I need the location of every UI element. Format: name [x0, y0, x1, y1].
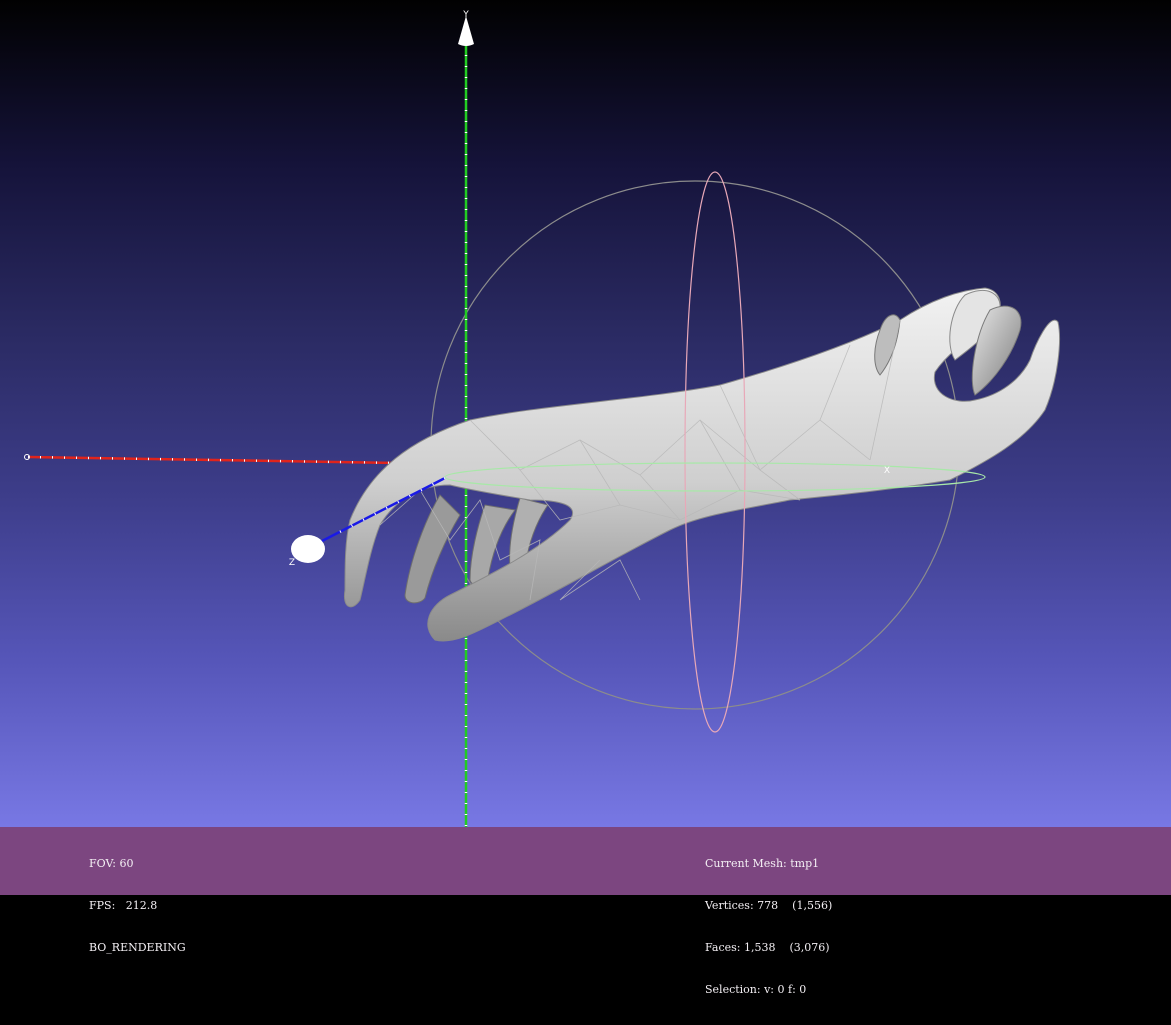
- vertices-row: Vertices: 778 (1,556): [705, 899, 832, 913]
- faces-row: Faces: 1,538 (3,076): [705, 941, 832, 955]
- x-axis-line: [27, 455, 401, 465]
- hand-mesh[interactable]: [343, 287, 1060, 642]
- fps-label: FPS:: [89, 899, 116, 912]
- render-mode: BO_RENDERING: [89, 941, 186, 954]
- 3d-viewport[interactable]: Y X Z: [0, 0, 1171, 827]
- x-axis-label: X: [884, 466, 890, 476]
- current-mesh-value: tmp1: [790, 857, 820, 870]
- fps-value: 212.8: [125, 899, 158, 912]
- faces-value: 1,538: [743, 941, 776, 954]
- selection-label: Selection:: [705, 983, 761, 996]
- mesh-info-panel: Current Mesh: tmp1 Vertices: 778 (1,556)…: [705, 829, 832, 1025]
- fov-row: FOV: 60: [89, 857, 186, 871]
- vertices-label: Vertices:: [705, 899, 754, 912]
- vertices-total: (1,556): [792, 899, 833, 912]
- y-axis-label: Y: [462, 10, 469, 20]
- fps-row: FPS: 212.8: [89, 899, 186, 913]
- z-axis-arrowhead: [291, 535, 325, 563]
- fov-value: 60: [119, 857, 134, 870]
- fov-label: FOV:: [89, 857, 117, 870]
- vertices-value: 778: [757, 899, 779, 912]
- selection-row: Selection: v: 0 f: 0: [705, 983, 832, 997]
- current-mesh-row: Current Mesh: tmp1: [705, 857, 832, 871]
- y-axis-arrowhead: [458, 16, 474, 46]
- scene-canvas[interactable]: Y X Z: [0, 0, 1171, 827]
- selection-value: v: 0 f: 0: [764, 983, 807, 996]
- faces-label: Faces:: [705, 941, 741, 954]
- faces-total: (3,076): [789, 941, 830, 954]
- z-axis-label: Z: [289, 558, 295, 568]
- info-bar: FOV: 60 FPS: 212.8 BO_RENDERING Current …: [0, 827, 1171, 996]
- render-info-panel: FOV: 60 FPS: 212.8 BO_RENDERING: [89, 829, 186, 983]
- current-mesh-label: Current Mesh:: [705, 857, 787, 870]
